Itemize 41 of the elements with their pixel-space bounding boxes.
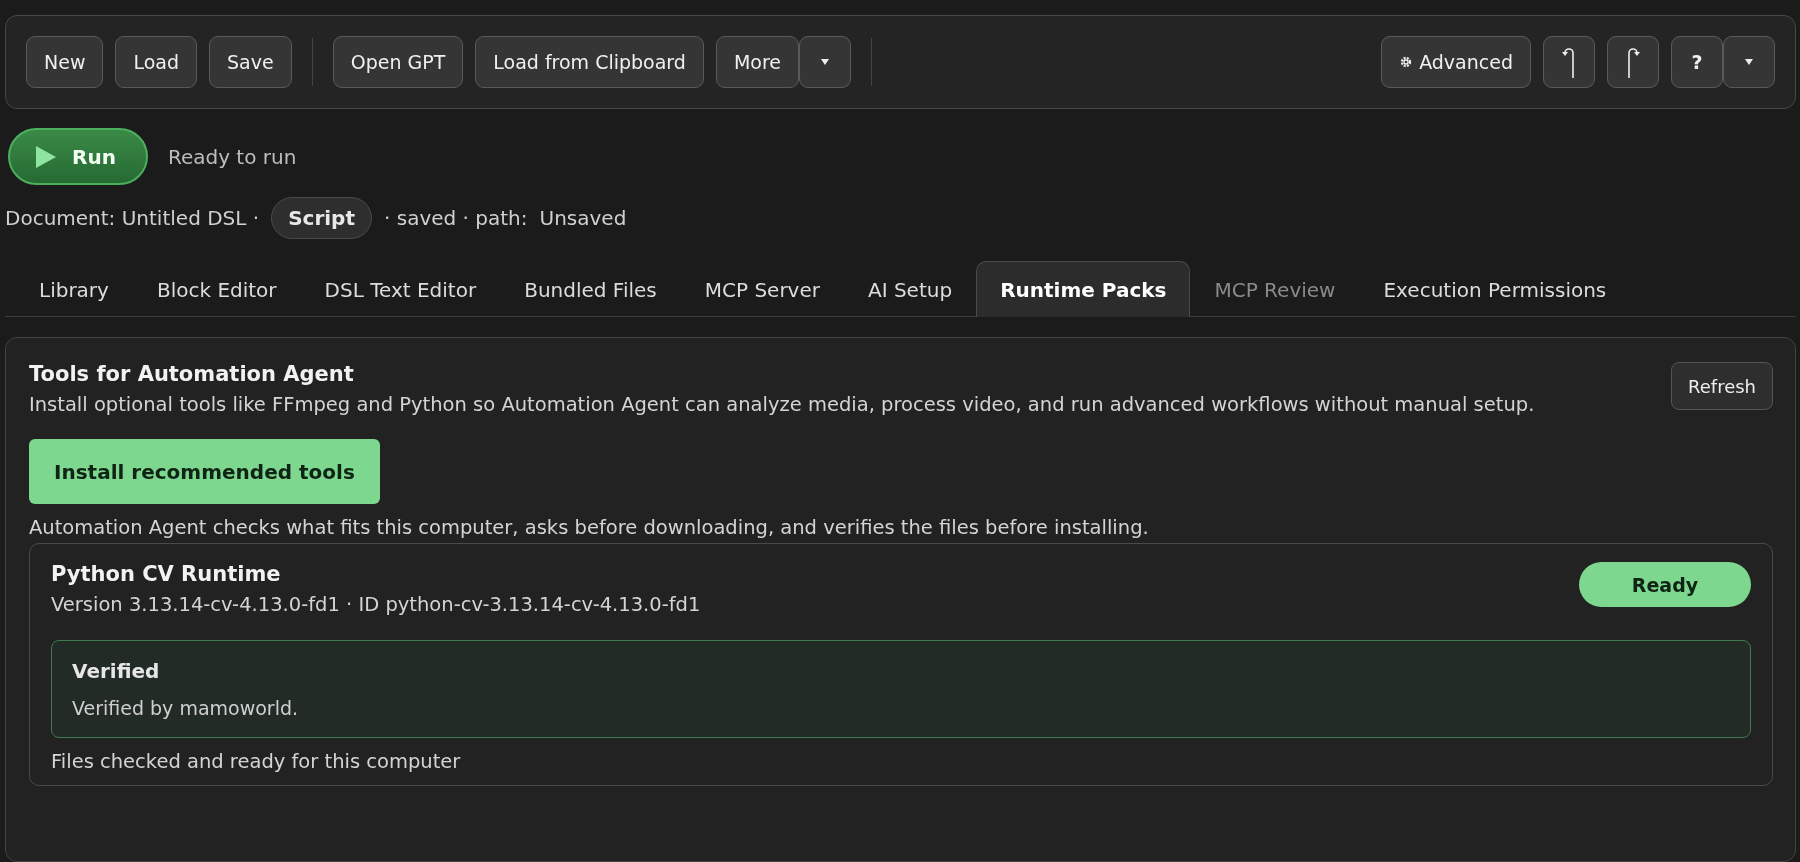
tab[interactable]: DSL Text Editor	[300, 261, 501, 317]
advanced-button[interactable]: Advanced	[1381, 36, 1531, 88]
run-status: Ready to run	[167, 144, 297, 169]
document-path: Unsaved	[539, 206, 627, 230]
refresh-button[interactable]: Refresh	[1671, 362, 1773, 410]
gear-icon	[1399, 55, 1414, 69]
help-button[interactable]: ?	[1671, 36, 1723, 88]
tab[interactable]: Block Editor	[132, 261, 301, 317]
tab[interactable]: Bundled Files	[500, 261, 681, 317]
tab[interactable]: Execution Permissions	[1359, 261, 1631, 317]
undo-icon	[1562, 45, 1576, 79]
pack-footer: Files checked and ready for this computer	[51, 749, 1751, 773]
toolbar-button[interactable]: More	[715, 36, 799, 88]
toolbar-button[interactable]: Save	[209, 36, 292, 88]
caret-icon	[820, 58, 830, 66]
pack-version: Version 3.13.14-cv-4.13.0-fd1 · ID python-cv-3.13.14-cv-4.13.0-fd1	[51, 592, 701, 619]
undo-button[interactable]	[1543, 36, 1595, 88]
toolbar-button[interactable]: Load from Clipboard	[475, 36, 704, 88]
status-pill: Ready	[1579, 562, 1751, 608]
install-note: Automation Agent checks what fits this computer, asks before downloading, and verifies the files before installing.	[29, 516, 1150, 540]
install-button[interactable]: Install recommended tools	[29, 439, 380, 505]
verification-title: Verified	[72, 658, 161, 683]
document-type-chip: Script	[271, 197, 372, 239]
toolbar-button[interactable]: Open GPT	[332, 36, 464, 88]
toolbar-button[interactable]: New	[26, 36, 104, 88]
run-button[interactable]: Run	[8, 128, 148, 185]
tab[interactable]: MCP Server	[680, 261, 844, 317]
redo-button[interactable]	[1607, 36, 1659, 88]
panel-description: Install optional tools like FFmpeg and Python so Automation Agent can analyze media, process video, and run advanced workflows without manual setup.	[29, 392, 1535, 418]
pack-name: Python CV Runtime	[51, 562, 282, 587]
caret-icon	[1744, 58, 1754, 66]
tab[interactable]: AI Setup	[844, 261, 977, 317]
toolbar-button[interactable]: Load	[115, 36, 198, 88]
verification-text: Verified by mamoworld.	[72, 696, 300, 719]
play-icon	[36, 145, 56, 168]
tab[interactable]: Runtime Packs	[976, 261, 1191, 317]
save-status: · saved · path:	[384, 206, 528, 230]
panel-title: Tools for Automation Agent	[29, 362, 355, 386]
redo-icon	[1626, 45, 1640, 79]
tab[interactable]: Library	[15, 261, 133, 317]
document-name: Document: Untitled DSL ·	[5, 206, 260, 230]
